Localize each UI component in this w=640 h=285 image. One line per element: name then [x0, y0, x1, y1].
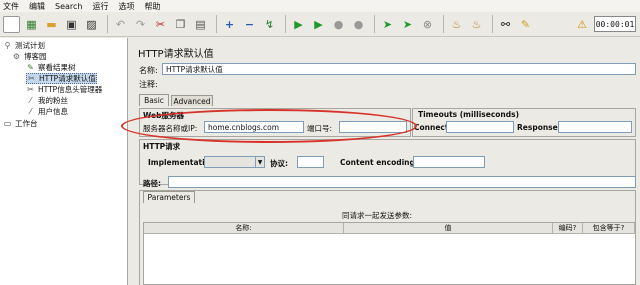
- chevron-down-icon[interactable]: ▼: [255, 156, 265, 168]
- connect-timeout-input[interactable]: [446, 121, 514, 133]
- path-input[interactable]: [168, 176, 636, 188]
- protocol-label: 协议:: [270, 159, 288, 168]
- search-icon[interactable]: ⚯: [497, 16, 514, 33]
- reset-search-icon[interactable]: ✎: [517, 16, 534, 33]
- parameters-table[interactable]: 名称: 值 编码? 包含等于?: [143, 222, 636, 285]
- toolbar-separator: [107, 15, 108, 33]
- undo-icon[interactable]: ↶: [112, 16, 129, 33]
- config-icon: ✂: [28, 74, 35, 83]
- tree-node-label: 用户信息: [38, 107, 68, 116]
- toolbar-separator: [285, 15, 286, 33]
- clear-all-icon[interactable]: ♨: [468, 16, 485, 33]
- menu-edit[interactable]: 编辑: [29, 1, 45, 12]
- tree-node-my-fans[interactable]: ⁄ 我的粉丝: [26, 95, 68, 106]
- collapse-icon[interactable]: −: [241, 16, 258, 33]
- workbench-icon: ▭: [3, 119, 12, 128]
- cut-icon[interactable]: ✂: [152, 16, 169, 33]
- open-icon[interactable]: ▬: [43, 16, 60, 33]
- config-panel: HTTP请求默认值 名称: HTTP请求默认值 注释: Basic Advanc…: [130, 38, 640, 285]
- results-tree-icon: ✎: [27, 63, 34, 72]
- sampler-icon: ⁄: [29, 107, 32, 116]
- toolbar-separator: [443, 15, 444, 33]
- tree-node-thread-group[interactable]: ⚙ 博客园: [12, 51, 47, 62]
- tree-node-user-info[interactable]: ⁄ 用户信息: [26, 106, 68, 117]
- remote-stop-icon[interactable]: ➤: [399, 16, 416, 33]
- column-header-encode[interactable]: 编码?: [553, 223, 583, 234]
- test-plan-tree: ⚲ 测试计划 ⚙ 博客园 ✎ 察看结果树 ✂ HTTP请求默认值 ✂ HTTP信…: [0, 38, 128, 285]
- column-header-include-equals[interactable]: 包含等于?: [583, 223, 635, 234]
- start-icon[interactable]: ▶: [290, 16, 307, 33]
- start-no-pause-icon[interactable]: ▶: [310, 16, 327, 33]
- menu-search[interactable]: Search: [55, 2, 82, 11]
- comment-field[interactable]: [162, 77, 636, 89]
- save-as-icon[interactable]: ▨: [83, 16, 100, 33]
- thread-group-icon: ⚙: [12, 52, 21, 61]
- tree-node-http-defaults[interactable]: ✂ HTTP请求默认值: [26, 73, 97, 84]
- remote-exit-icon[interactable]: ⊗: [419, 16, 436, 33]
- toolbar-separator: [216, 15, 217, 33]
- save-icon[interactable]: ▣: [63, 16, 80, 33]
- tab-basic[interactable]: Basic: [139, 94, 169, 106]
- tree-node-label: HTTP信息头管理器: [38, 85, 103, 94]
- template-icon[interactable]: ▦: [23, 16, 40, 33]
- column-header-name[interactable]: 名称:: [144, 223, 344, 234]
- response-label: Response:: [517, 123, 561, 132]
- tab-advanced[interactable]: Advanced: [171, 95, 213, 106]
- menu-help[interactable]: 帮助: [144, 1, 160, 12]
- tree-node-label: 测试计划: [15, 41, 45, 50]
- toggle-icon[interactable]: ↯: [261, 16, 278, 33]
- params-caption: 同请求一起发送参数:: [342, 211, 413, 220]
- clear-icon[interactable]: ♨: [448, 16, 465, 33]
- toolbar: ▦ ▬ ▣ ▨ ↶ ↷ ✂ ❐ ▤ + − ↯ ▶ ▶ ● ● ➤ ➤ ⊗ ♨ …: [0, 12, 640, 37]
- highlight-annotation: [121, 109, 417, 143]
- test-plan-icon: ⚲: [4, 41, 11, 50]
- tree-node-label: 工作台: [15, 119, 38, 128]
- name-label: 名称:: [139, 66, 158, 75]
- tree-node-label: HTTP请求默认值: [39, 74, 96, 83]
- redo-icon[interactable]: ↷: [132, 16, 149, 33]
- tree-node-results-tree[interactable]: ✎ 察看结果树: [26, 62, 76, 73]
- content-encoding-input[interactable]: [413, 156, 485, 168]
- name-field[interactable]: HTTP请求默认值: [162, 63, 636, 75]
- header-manager-icon: ✂: [27, 85, 34, 94]
- http-request-title: HTTP请求: [143, 142, 181, 151]
- warning-icon[interactable]: ⚠: [575, 16, 589, 32]
- new-icon[interactable]: [3, 15, 20, 33]
- protocol-input[interactable]: [297, 156, 324, 168]
- stop-icon[interactable]: ●: [330, 16, 347, 33]
- shutdown-icon[interactable]: ●: [350, 16, 367, 33]
- menu-options[interactable]: 选项: [118, 1, 134, 12]
- path-label: 路径:: [143, 179, 161, 188]
- tree-node-test-plan[interactable]: ⚲ 测试计划: [3, 40, 45, 51]
- menu-file[interactable]: 文件: [3, 1, 19, 12]
- tree-node-label: 我的粉丝: [38, 96, 68, 105]
- paste-icon[interactable]: ▤: [192, 16, 209, 33]
- elapsed-timer: 00:00:01: [594, 16, 636, 32]
- tree-node-label: 察看结果树: [38, 63, 76, 72]
- toolbar-separator: [492, 15, 493, 33]
- content-encoding-label: Content encoding:: [340, 158, 418, 167]
- sampler-icon: ⁄: [29, 96, 32, 105]
- toolbar-separator: [374, 15, 375, 33]
- menu-bar: 文件 编辑 Search 运行 选项 帮助: [0, 0, 640, 12]
- implementation-select[interactable]: [204, 156, 256, 168]
- tree-node-header-manager[interactable]: ✂ HTTP信息头管理器: [26, 84, 102, 95]
- tree-node-workbench[interactable]: ▭ 工作台: [3, 118, 38, 129]
- column-header-value[interactable]: 值: [344, 223, 553, 234]
- tab-parameters[interactable]: Parameters: [143, 191, 195, 203]
- tree-node-label: 博客园: [24, 52, 47, 61]
- response-timeout-input[interactable]: [558, 121, 632, 133]
- panel-title: HTTP请求默认值: [138, 49, 214, 60]
- remote-start-icon[interactable]: ➤: [379, 16, 396, 33]
- comment-label: 注释:: [139, 80, 158, 89]
- timeouts-title: Timeouts (milliseconds): [418, 110, 520, 119]
- expand-icon[interactable]: +: [221, 16, 238, 33]
- menu-run[interactable]: 运行: [92, 1, 108, 12]
- copy-icon[interactable]: ❐: [172, 16, 189, 33]
